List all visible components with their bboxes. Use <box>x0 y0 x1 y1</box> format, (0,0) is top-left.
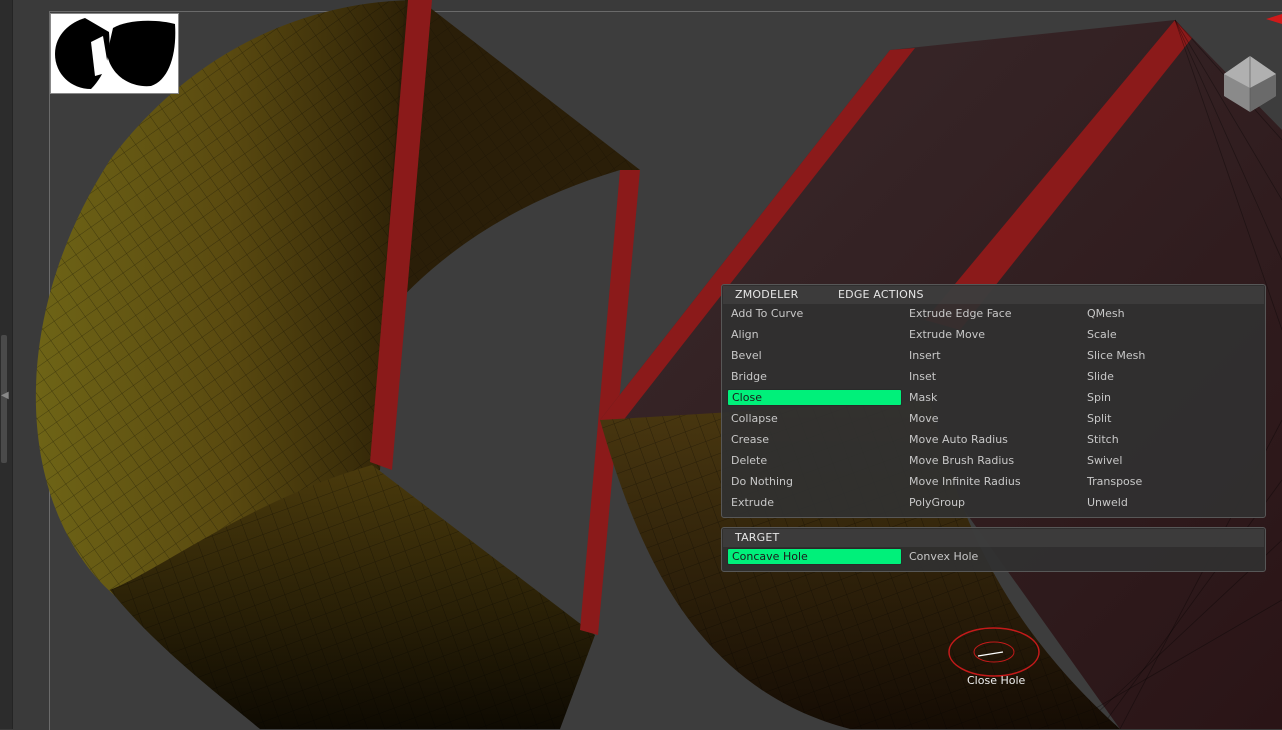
action-align[interactable]: Align <box>727 326 902 343</box>
action-move-infinite-radius[interactable]: Move Infinite Radius <box>905 473 1080 490</box>
target-panel-title: TARGET <box>735 531 780 544</box>
model-thumbnail[interactable] <box>50 13 179 94</box>
action-add-to-curve[interactable]: Add To Curve <box>727 305 902 322</box>
action-collapse[interactable]: Collapse <box>727 410 902 427</box>
action-crease[interactable]: Crease <box>727 431 902 448</box>
cursor-caption: Close Hole <box>967 674 1026 687</box>
action-qmesh[interactable]: QMesh <box>1083 305 1258 322</box>
action-mask[interactable]: Mask <box>905 389 1080 406</box>
action-extrude-edge-face[interactable]: Extrude Edge Face <box>905 305 1080 322</box>
action-stitch[interactable]: Stitch <box>1083 431 1258 448</box>
action-insert[interactable]: Insert <box>905 347 1080 364</box>
action-scale[interactable]: Scale <box>1083 326 1258 343</box>
action-bridge[interactable]: Bridge <box>727 368 902 385</box>
action-extrude-move[interactable]: Extrude Move <box>905 326 1080 343</box>
action-unweld[interactable]: Unweld <box>1083 494 1258 511</box>
action-close[interactable]: Close <box>727 389 902 406</box>
action-polygroup[interactable]: PolyGroup <box>905 494 1080 511</box>
axis-indicator-icon <box>1266 14 1282 24</box>
action-slice-mesh[interactable]: Slice Mesh <box>1083 347 1258 364</box>
panel-title: ZMODELER <box>735 288 799 301</box>
target-panel: TARGET Concave Hole Convex Hole <box>721 527 1266 572</box>
panel-header-band <box>723 529 1264 547</box>
action-move[interactable]: Move <box>905 410 1080 427</box>
action-delete[interactable]: Delete <box>727 452 902 469</box>
target-convex-hole[interactable]: Convex Hole <box>905 548 1080 565</box>
action-extrude[interactable]: Extrude <box>727 494 902 511</box>
action-inset[interactable]: Inset <box>905 368 1080 385</box>
action-spin[interactable]: Spin <box>1083 389 1258 406</box>
zmodeler-edge-actions-panel: ZMODELER EDGE ACTIONS Add To Curve Align… <box>721 284 1266 518</box>
panel-subtitle: EDGE ACTIONS <box>838 288 924 301</box>
panel-header-band <box>723 286 1264 304</box>
action-swivel[interactable]: Swivel <box>1083 452 1258 469</box>
target-concave-hole[interactable]: Concave Hole <box>727 548 902 565</box>
action-move-brush-radius[interactable]: Move Brush Radius <box>905 452 1080 469</box>
action-slide[interactable]: Slide <box>1083 368 1258 385</box>
action-move-auto-radius[interactable]: Move Auto Radius <box>905 431 1080 448</box>
silhouette-icon <box>55 18 176 89</box>
action-bevel[interactable]: Bevel <box>727 347 902 364</box>
action-do-nothing[interactable]: Do Nothing <box>727 473 902 490</box>
navigation-cube-icon[interactable] <box>1220 54 1280 114</box>
action-split[interactable]: Split <box>1083 410 1258 427</box>
action-transpose[interactable]: Transpose <box>1083 473 1258 490</box>
